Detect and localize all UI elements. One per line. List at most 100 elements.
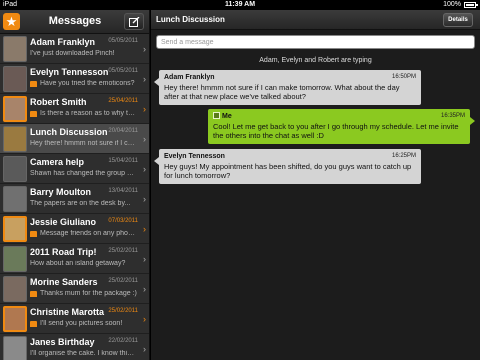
avatar bbox=[3, 216, 27, 242]
details-button[interactable]: Details bbox=[443, 13, 473, 27]
conversation-date: 25/02/2011 bbox=[108, 248, 138, 254]
conversation-name: Robert Smith bbox=[30, 97, 87, 107]
avatar bbox=[3, 246, 27, 272]
conversation-preview-text: Message friends on any phone! bbox=[40, 230, 137, 237]
conversation-name: Camera help bbox=[30, 157, 85, 167]
conversation-preview-text: I'll send you pictures soon! bbox=[40, 320, 123, 327]
message-bubble-mine: Me 16:35PM Cool! Let me get back to you … bbox=[208, 109, 475, 144]
conversation-date: 15/04/2011 bbox=[108, 158, 138, 164]
conversation-preview: Thanks mum for the package :) bbox=[30, 290, 137, 297]
chevron-right-icon: › bbox=[143, 254, 146, 264]
chevron-right-icon: › bbox=[143, 44, 146, 54]
sidebar-header: ★ Messages bbox=[0, 10, 149, 34]
conversation-date: 25/04/2011 bbox=[108, 98, 138, 104]
compose-icon bbox=[129, 17, 140, 27]
conversation-item[interactable]: Lunch Discussion 20/04/2011 Hey there! hmm… bbox=[0, 124, 149, 154]
chevron-right-icon: › bbox=[143, 134, 146, 144]
chevron-right-icon: › bbox=[143, 74, 146, 84]
conversation-name: Jessie Giuliano bbox=[30, 217, 97, 227]
conversation-date: 20/04/2011 bbox=[108, 128, 138, 134]
conversation-date: 25/02/2011 bbox=[108, 278, 138, 284]
conversation-item[interactable]: Christine Marotta 25/02/2011 I'll send you… bbox=[0, 304, 149, 334]
conversation-preview-text: I'll organise the cake. I know this ... bbox=[30, 350, 137, 357]
conversation-preview: Is there a reason as to why there ... bbox=[30, 110, 137, 117]
chat-title: Lunch Discussion bbox=[156, 15, 225, 24]
avatar bbox=[3, 276, 27, 302]
message-text: Hey guys! My appointment has been shifte… bbox=[164, 161, 412, 181]
chevron-right-icon: › bbox=[143, 194, 146, 204]
pinch-badge-icon bbox=[30, 321, 37, 327]
conversation-preview-text: How about an island getaway? bbox=[30, 260, 126, 267]
battery-percent: 100% bbox=[443, 1, 461, 8]
typing-indicator: Adam, Evelyn and Robert are typing bbox=[259, 57, 372, 64]
chat-panel: Lunch Discussion Details Send a message … bbox=[151, 10, 480, 360]
conversation-preview-text: Hey there! hmmm not sure if I can ... bbox=[30, 140, 137, 147]
avatar bbox=[3, 96, 27, 122]
message-time: 16:25PM bbox=[391, 153, 416, 159]
conversation-preview: I've just downloaded Pinch! bbox=[30, 50, 137, 57]
conversation-preview: Message friends on any phone! bbox=[30, 230, 137, 237]
conversation-preview-text: Shawn has changed the group pic... bbox=[30, 170, 137, 177]
chevron-right-icon: › bbox=[143, 344, 146, 354]
avatar bbox=[3, 186, 27, 212]
battery-icon bbox=[464, 2, 478, 8]
conversation-date: 22/02/2011 bbox=[108, 338, 138, 344]
chevron-right-icon: › bbox=[143, 164, 146, 174]
message-sender: Evelyn Tennesson bbox=[164, 153, 225, 160]
conversation-preview: Have you tried the emoticons? bbox=[30, 80, 137, 87]
conversation-date: 13/04/2011 bbox=[108, 188, 138, 194]
conversation-preview-text: The papers are on the desk by... bbox=[30, 200, 131, 207]
conversation-name: Adam Franklyn bbox=[30, 37, 96, 47]
pinch-badge-icon bbox=[30, 81, 37, 87]
conversation-list: Adam Franklyn 05/05/2011 I've just downloa… bbox=[0, 34, 149, 360]
conversation-preview: Shawn has changed the group pic... bbox=[30, 170, 137, 177]
message-text: Cool! Let me get back to you after I go … bbox=[213, 121, 459, 141]
conversation-name: 2011 Road Trip! bbox=[30, 247, 97, 257]
avatar bbox=[3, 306, 27, 332]
conversation-preview: How about an island getaway? bbox=[30, 260, 137, 267]
conversation-name: Morine Sanders bbox=[30, 277, 98, 287]
message-bubble: Evelyn Tennesson 16:25PM Hey guys! My ap… bbox=[154, 149, 421, 184]
conversation-name: Lunch Discussion bbox=[30, 127, 108, 137]
conversation-item[interactable]: Barry Moulton 13/04/2011 The papers are on… bbox=[0, 184, 149, 214]
conversation-name: Barry Moulton bbox=[30, 187, 92, 197]
conversation-date: 07/03/2011 bbox=[108, 218, 138, 224]
message-input[interactable]: Send a message bbox=[156, 35, 475, 49]
pinch-badge-icon bbox=[30, 231, 37, 237]
pinch-badge-icon bbox=[30, 291, 37, 297]
conversation-item[interactable]: Jessie Giuliano 07/03/2011 Message friends… bbox=[0, 214, 149, 244]
avatar bbox=[3, 336, 27, 360]
conversation-item[interactable]: Janes Birthday 22/02/2011 I'll organise th… bbox=[0, 334, 149, 360]
message-sender: Me bbox=[222, 113, 232, 120]
conversation-item[interactable]: Adam Franklyn 05/05/2011 I've just downloa… bbox=[0, 34, 149, 64]
conversation-preview: The papers are on the desk by... bbox=[30, 200, 137, 207]
conversation-item[interactable]: 2011 Road Trip! 25/02/2011 How about an is… bbox=[0, 244, 149, 274]
conversation-item[interactable]: Evelyn Tennesson 05/05/2011 Have you tried… bbox=[0, 64, 149, 94]
conversation-name: Evelyn Tennesson bbox=[30, 67, 109, 77]
message-sender: Adam Franklyn bbox=[164, 74, 215, 81]
conversation-date: 25/02/2011 bbox=[108, 308, 138, 314]
conversation-preview-text: Is there a reason as to why there ... bbox=[40, 110, 137, 117]
conversation-name: Janes Birthday bbox=[30, 337, 95, 347]
chevron-right-icon: › bbox=[143, 314, 146, 324]
conversation-date: 05/05/2011 bbox=[108, 68, 138, 74]
me-icon bbox=[213, 112, 220, 119]
avatar bbox=[3, 66, 27, 92]
conversation-item[interactable]: Morine Sanders 25/02/2011 Thanks mum for t… bbox=[0, 274, 149, 304]
conversation-name: Christine Marotta bbox=[30, 307, 105, 317]
conversation-sidebar: ★ Messages Adam Franklyn 05/05/2011 I've j… bbox=[0, 10, 150, 360]
pinch-badge-icon bbox=[30, 111, 37, 117]
clock: 11:39 AM bbox=[224, 1, 256, 8]
conversation-preview-text: Thanks mum for the package :) bbox=[40, 290, 137, 297]
battery-indicator: 100% bbox=[443, 0, 478, 10]
compose-button[interactable] bbox=[124, 13, 144, 30]
conversation-item[interactable]: Camera help 15/04/2011 Shawn has changed t… bbox=[0, 154, 149, 184]
message-bubble: Adam Franklyn 16:50PM Hey there! hmmm no… bbox=[154, 70, 421, 105]
conversation-item[interactable]: Robert Smith 25/04/2011 Is there a reason … bbox=[0, 94, 149, 124]
avatar bbox=[3, 36, 27, 62]
conversation-preview-text: I've just downloaded Pinch! bbox=[30, 50, 115, 57]
chevron-right-icon: › bbox=[143, 104, 146, 114]
avatar bbox=[3, 126, 27, 152]
conversation-preview: I'll organise the cake. I know this ... bbox=[30, 350, 137, 357]
conversation-preview-text: Have you tried the emoticons? bbox=[40, 80, 135, 87]
